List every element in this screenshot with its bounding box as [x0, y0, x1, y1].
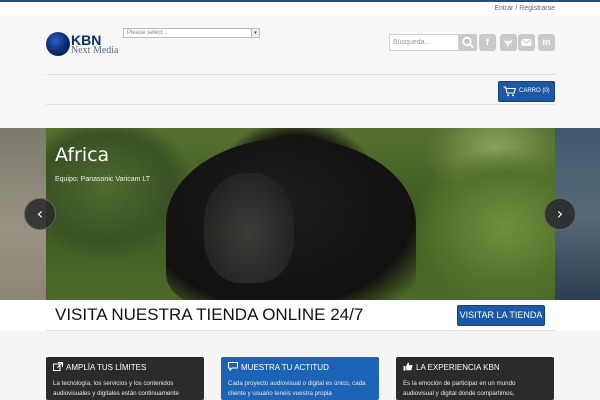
logo-globe-icon	[46, 32, 70, 56]
slide-image	[46, 128, 555, 300]
feature-box[interactable]: MUESTRA TU ACTITUD Cada proyecto audiovi…	[221, 357, 379, 400]
login-register-link[interactable]: Entrar / Registrarse	[494, 5, 555, 12]
slider-prev-button[interactable]: ‹	[24, 198, 56, 230]
gorilla-face-shape	[204, 173, 294, 283]
chevron-right-icon: ›	[556, 204, 564, 223]
external-link-icon	[53, 362, 63, 371]
speech-bubble-icon	[228, 362, 238, 371]
visit-store-button[interactable]: VISITAR LA TIENDA	[457, 305, 545, 326]
cart-label: CARRO (0)	[519, 88, 550, 94]
shopping-cart-icon	[503, 86, 516, 97]
thumbs-up-icon	[403, 362, 413, 371]
cart-button[interactable]: CARRO (0)	[498, 81, 555, 102]
top-bar: Entrar / Registrarse	[0, 2, 600, 16]
twitter-button[interactable]	[500, 34, 517, 51]
search-icon	[462, 36, 474, 49]
feature-title: AMPLÍA TUS LÍMITES	[53, 362, 146, 372]
feature-text: Cada proyecto audiovisual o digital es ú…	[228, 380, 366, 397]
header-divider-top	[46, 74, 555, 75]
chevron-left-icon: ‹	[36, 204, 44, 223]
promo-text: VISITA NUESTRA TIENDA ONLINE 24/7	[55, 305, 364, 324]
header-divider-bottom	[46, 104, 555, 105]
chevron-down-icon: ▾	[251, 29, 259, 37]
search-button[interactable]	[459, 34, 477, 51]
feature-title: MUESTRA TU ACTITUD	[228, 362, 329, 372]
slide-caption: Equipo: Panasonic Varicam LT	[55, 176, 151, 183]
twitter-icon	[504, 39, 513, 47]
language-select-value: Please select...	[127, 30, 168, 36]
email-icon	[521, 38, 532, 46]
slide-title: Africa	[55, 144, 110, 166]
feature-box[interactable]: AMPLÍA TUS LÍMITES La tecnología, los se…	[46, 357, 204, 400]
feature-text: La tecnología, los servicios y los conte…	[53, 380, 179, 397]
feature-text: Es la emoción de participar en un mundo …	[403, 380, 516, 397]
facebook-icon: f	[486, 37, 489, 47]
search-input[interactable]: Búsqueda...	[389, 34, 459, 51]
facebook-button[interactable]: f	[479, 34, 496, 51]
feature-title: LA EXPERIENCIA KBN	[403, 362, 500, 372]
linkedin-button[interactable]: in	[538, 34, 555, 51]
feature-box[interactable]: LA EXPERIENCIA KBN Es la emoción de part…	[396, 357, 554, 400]
slider-next-button[interactable]: ›	[544, 198, 576, 230]
linkedin-icon: in	[542, 37, 551, 47]
language-select[interactable]: Please select... ▾	[123, 28, 260, 38]
email-button[interactable]	[518, 34, 535, 51]
logo-sub-text: Next Media	[71, 45, 119, 56]
